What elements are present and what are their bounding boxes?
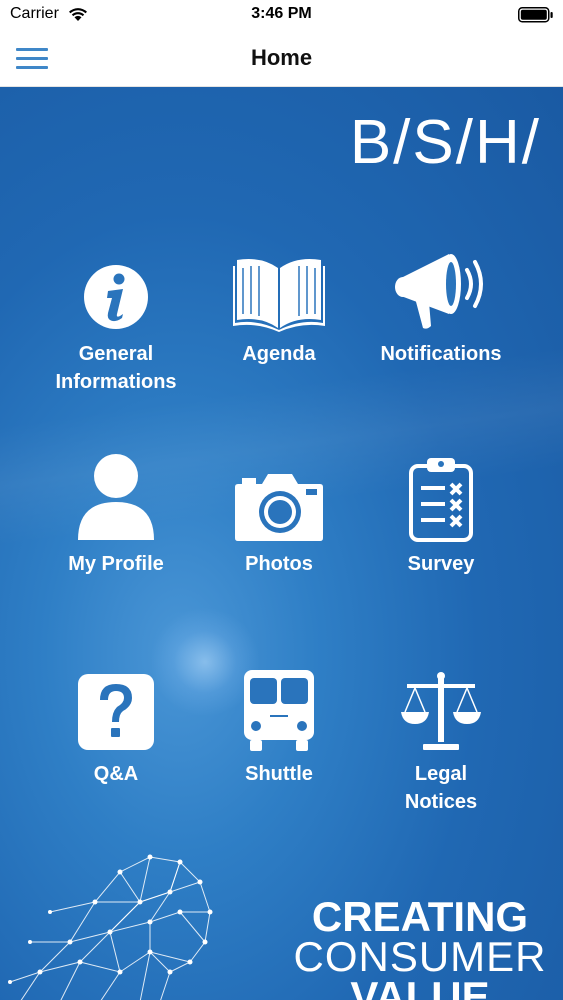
tile-photos[interactable]: Photos [194, 452, 364, 622]
home-dashboard: B/S/H/ General Informations Agenda Notif… [0, 87, 563, 1000]
tile-legal-notices[interactable]: Legal Notices [356, 662, 526, 832]
tile-notifications[interactable]: Notifications [356, 242, 526, 412]
tile-agenda[interactable]: Agenda [194, 242, 364, 412]
camera-icon [234, 452, 324, 542]
tile-label: Photos [245, 553, 313, 575]
tile-label: Q&A [93, 763, 139, 785]
tile-general-informations[interactable]: General Informations [31, 242, 201, 412]
tile-label: Shuttle [245, 763, 313, 785]
tile-label: Agenda [242, 343, 316, 365]
tagline-line-3: VALUE [350, 973, 490, 1000]
scales-icon [401, 662, 481, 752]
tile-label: My Profile [68, 553, 164, 575]
status-bar: Carrier 3:46 PM [0, 0, 563, 30]
tile-label: Notifications [380, 343, 502, 365]
tile-label: General Informations [55, 343, 177, 393]
question-icon [76, 662, 156, 752]
tile-label: Survey [407, 553, 475, 575]
network-head-illustration [8, 854, 213, 1000]
tile-shuttle[interactable]: Shuttle [194, 662, 364, 832]
brand-logo: B/S/H/ [349, 108, 541, 177]
navigation-bar: Home [0, 30, 563, 87]
tile-qa[interactable]: Q&A [31, 662, 201, 832]
bus-icon [242, 662, 316, 752]
tagline-line-1: CREATING [311, 893, 529, 940]
page-title: Home [250, 45, 313, 70]
person-icon [76, 452, 156, 542]
battery-icon [518, 7, 554, 28]
tile-survey[interactable]: Survey [356, 452, 526, 622]
tagline-line-2: CONSUMER [293, 933, 547, 980]
info-icon [81, 242, 151, 332]
megaphone-icon [391, 242, 491, 332]
open-book-icon [231, 242, 327, 332]
clipboard-checklist-icon [409, 452, 473, 542]
tile-my-profile[interactable]: My Profile [31, 452, 201, 622]
tile-label: Legal Notices [404, 763, 478, 813]
tagline: CREATING CONSUMER VALUE [285, 893, 555, 1000]
clock: 3:46 PM [251, 5, 312, 22]
